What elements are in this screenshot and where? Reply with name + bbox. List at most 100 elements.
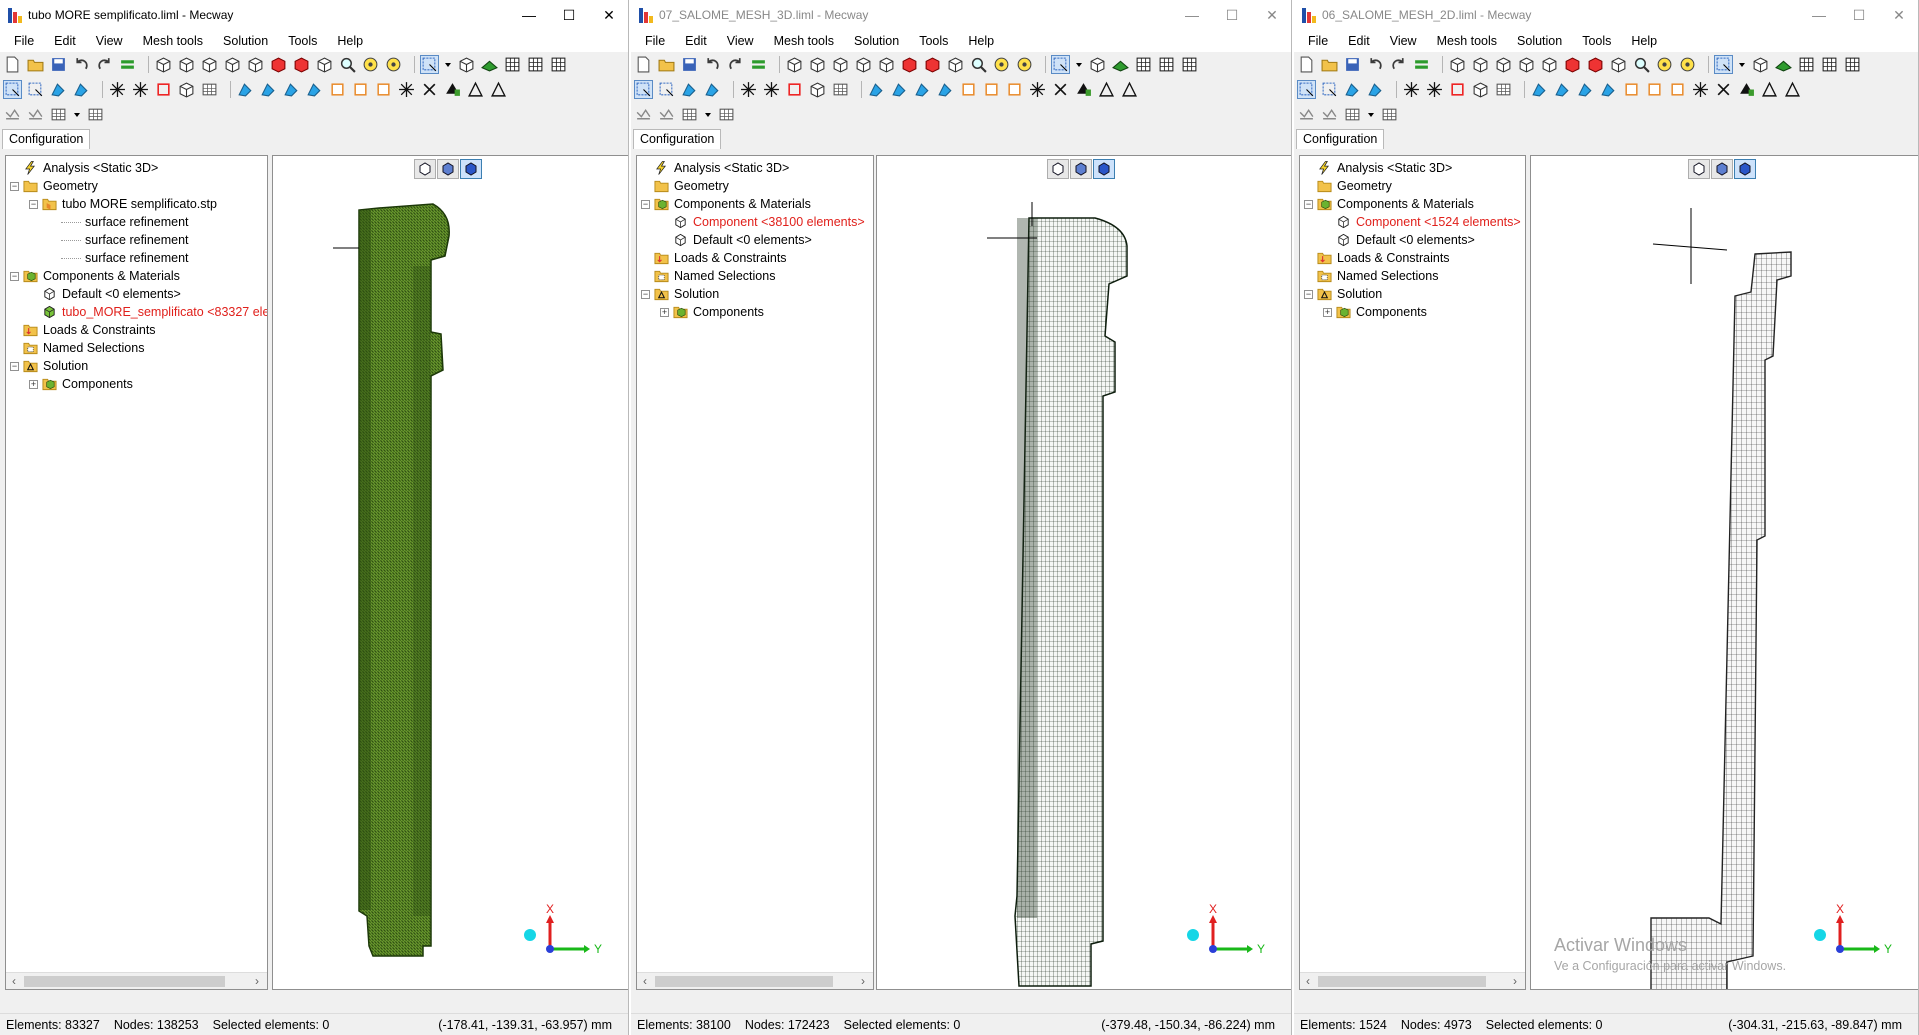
- tree-item[interactable]: Geometry: [641, 177, 729, 195]
- blue-tool-icon[interactable]: [868, 81, 885, 98]
- select-tool-icon[interactable]: [420, 55, 439, 74]
- menu-view[interactable]: View: [86, 34, 133, 48]
- tree-item[interactable]: Component <38100 elements>: [660, 213, 865, 231]
- wire-tool-icon[interactable]: [527, 56, 544, 73]
- redo-tool-icon[interactable]: [96, 56, 113, 73]
- menu-tools[interactable]: Tools: [1572, 34, 1621, 48]
- grid-tool-icon[interactable]: [87, 106, 104, 123]
- orange-tool-icon[interactable]: [352, 81, 369, 98]
- solve-tool-icon[interactable]: [750, 56, 767, 73]
- blue-tool-icon[interactable]: [1577, 81, 1594, 98]
- orange-tool-icon[interactable]: [983, 81, 1000, 98]
- cube-tool-icon[interactable]: [1089, 56, 1106, 73]
- blue-tool-icon[interactable]: [1600, 81, 1617, 98]
- undo-tool-icon[interactable]: [1367, 56, 1384, 73]
- menu-solution[interactable]: Solution: [844, 34, 909, 48]
- dim-tool-icon[interactable]: [27, 106, 44, 123]
- wire-tool-icon[interactable]: [1844, 56, 1861, 73]
- tab-configuration[interactable]: Configuration: [1296, 129, 1385, 149]
- collapse-icon[interactable]: −: [29, 199, 38, 209]
- grid-tool-icon[interactable]: [1495, 81, 1512, 98]
- menu-edit[interactable]: Edit: [1338, 34, 1380, 48]
- expand-icon[interactable]: +: [660, 307, 669, 317]
- shaded-tool-icon[interactable]: [1112, 56, 1129, 73]
- menu-edit[interactable]: Edit: [44, 34, 86, 48]
- tree-item[interactable]: − Solution: [10, 357, 88, 375]
- cube-tool-icon[interactable]: [832, 56, 849, 73]
- tree-item[interactable]: + Components: [1323, 303, 1427, 321]
- cube-tool-icon[interactable]: [201, 56, 218, 73]
- dropdown-arrow-icon[interactable]: [704, 106, 712, 123]
- cube-tool-icon[interactable]: [878, 56, 895, 73]
- square-red-tool-icon[interactable]: [1449, 81, 1466, 98]
- tree-item[interactable]: Loads & Constraints: [1304, 249, 1450, 267]
- select-tool-icon[interactable]: [1051, 55, 1070, 74]
- blue-tool-icon[interactable]: [1531, 81, 1548, 98]
- black-tool-icon[interactable]: [1738, 81, 1755, 98]
- cube-tool-icon[interactable]: [809, 81, 826, 98]
- scrollbar-thumb[interactable]: [1318, 976, 1486, 987]
- grid-tool-icon[interactable]: [832, 81, 849, 98]
- tree-item[interactable]: Analysis <Static 3D>: [1304, 159, 1452, 177]
- zoom-tool-icon[interactable]: [1633, 56, 1650, 73]
- tree-item[interactable]: Analysis <Static 3D>: [641, 159, 789, 177]
- tab-configuration[interactable]: Configuration: [2, 129, 91, 149]
- menu-tools[interactable]: Tools: [278, 34, 327, 48]
- rotate-tool-icon[interactable]: [1016, 56, 1033, 73]
- orange-tool-icon[interactable]: [1006, 81, 1023, 98]
- save-tool-icon[interactable]: [1344, 56, 1361, 73]
- cube-tool-icon[interactable]: [316, 56, 333, 73]
- tri-tool-icon[interactable]: [1098, 81, 1115, 98]
- cube-tool-icon[interactable]: [178, 56, 195, 73]
- grid-tool-icon[interactable]: [201, 81, 218, 98]
- menu-solution[interactable]: Solution: [1507, 34, 1572, 48]
- cube-tool-icon[interactable]: [1541, 56, 1558, 73]
- scroll-right-icon[interactable]: ›: [249, 973, 265, 990]
- tree-item[interactable]: Named Selections: [1304, 267, 1438, 285]
- select-tool-icon[interactable]: [658, 81, 675, 98]
- orange-tool-icon[interactable]: [1669, 81, 1686, 98]
- new-tool-icon[interactable]: [635, 56, 652, 73]
- blue-tool-icon[interactable]: [914, 81, 931, 98]
- tree-item[interactable]: − Components & Materials: [1304, 195, 1474, 213]
- black-tool-icon[interactable]: [1075, 81, 1092, 98]
- blue-tool-icon[interactable]: [891, 81, 908, 98]
- tri-tool-icon[interactable]: [1784, 81, 1801, 98]
- blue-tool-icon[interactable]: [50, 81, 67, 98]
- x-icon-tool-icon[interactable]: [421, 81, 438, 98]
- tree-item[interactable]: Default <0 elements>: [660, 231, 812, 249]
- square-red-tool-icon[interactable]: [155, 81, 172, 98]
- rotate-tool-icon[interactable]: [993, 56, 1010, 73]
- blue-tool-icon[interactable]: [260, 81, 277, 98]
- dim-tool-icon[interactable]: [1321, 106, 1338, 123]
- cube-tool-icon[interactable]: [947, 56, 964, 73]
- minimize-button[interactable]: —: [509, 0, 549, 30]
- tree-horizontal-scrollbar[interactable]: ‹ ›: [637, 972, 873, 989]
- cube-red-tool-icon[interactable]: [924, 56, 941, 73]
- wire-tool-icon[interactable]: [1798, 56, 1815, 73]
- black-tool-icon[interactable]: [444, 81, 461, 98]
- maximize-button[interactable]: ☐: [549, 0, 589, 30]
- tree-item[interactable]: Loads & Constraints: [641, 249, 787, 267]
- select-tool-icon[interactable]: [1321, 81, 1338, 98]
- title-bar[interactable]: tubo MORE semplificato.liml - Mecway — ☐ ✕: [0, 0, 628, 30]
- scrollbar-thumb[interactable]: [655, 976, 833, 987]
- undo-tool-icon[interactable]: [704, 56, 721, 73]
- menu-view[interactable]: View: [717, 34, 764, 48]
- cube-tool-icon[interactable]: [1752, 56, 1769, 73]
- expand-icon[interactable]: +: [29, 379, 38, 389]
- cube-red-tool-icon[interactable]: [901, 56, 918, 73]
- 3d-viewport[interactable]: XY: [272, 155, 628, 990]
- tri-tool-icon[interactable]: [1121, 81, 1138, 98]
- close-button[interactable]: ✕: [1879, 0, 1918, 30]
- rotate-tool-icon[interactable]: [1656, 56, 1673, 73]
- dropdown-arrow-icon[interactable]: [1367, 106, 1375, 123]
- menu-edit[interactable]: Edit: [675, 34, 717, 48]
- cube-red-tool-icon[interactable]: [1564, 56, 1581, 73]
- cube-tool-icon[interactable]: [1472, 81, 1489, 98]
- collapse-icon[interactable]: −: [1304, 199, 1313, 209]
- tri-tool-icon[interactable]: [467, 81, 484, 98]
- node-tool-icon[interactable]: [132, 81, 149, 98]
- 3d-viewport[interactable]: XY: [876, 155, 1291, 990]
- wire-tool-icon[interactable]: [550, 56, 567, 73]
